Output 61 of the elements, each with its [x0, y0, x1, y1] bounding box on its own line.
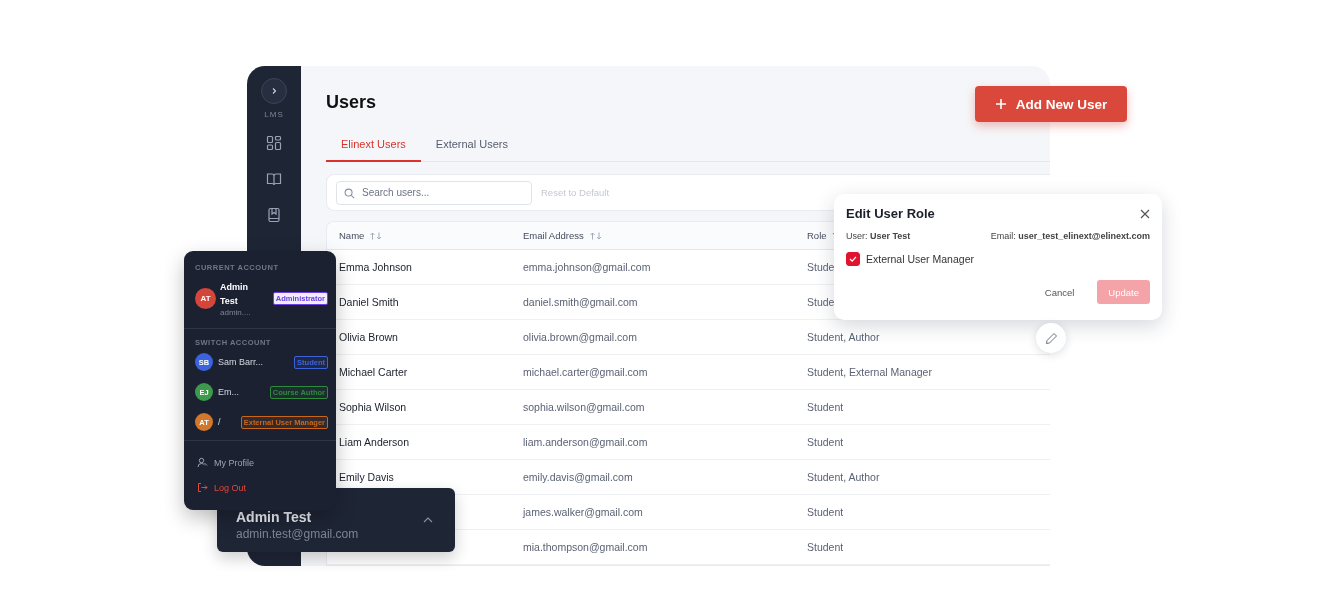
checkmark-icon: [848, 254, 858, 264]
table-cell: liam.anderson@gmail.com: [523, 436, 648, 448]
table-cell: Student, Author: [807, 331, 880, 343]
account-name: Admin Test: [220, 281, 249, 308]
user-name: Admin Test: [236, 509, 313, 525]
checkbox-label: External User Manager: [866, 253, 974, 265]
cancel-button[interactable]: Cancel: [1033, 280, 1086, 304]
table-cell: Student, External Manager: [807, 366, 932, 378]
plus-icon: [994, 98, 1007, 110]
avatar: AT: [195, 288, 216, 309]
table-cell: Student: [807, 506, 844, 518]
table-cell: emma.johnson@gmail.com: [523, 261, 651, 273]
user-email: admin.test@gmail.com: [236, 527, 359, 541]
table-cell: Liam Anderson: [339, 436, 410, 448]
table-cell: Emma Johnson: [339, 261, 412, 273]
dashboard-icon[interactable]: [266, 135, 282, 151]
table-cell: Stude: [807, 296, 835, 308]
pencil-icon: [1044, 331, 1058, 345]
add-user-button[interactable]: Add New User: [975, 86, 1127, 122]
user-icon: [197, 457, 208, 468]
email-info: Email: user_test_elinext@elinext.com: [990, 231, 1150, 241]
column-header[interactable]: Role: [807, 230, 827, 241]
table-cell: Stude: [807, 261, 835, 273]
account-name: /: [218, 417, 221, 427]
column-header[interactable]: Name: [339, 230, 365, 241]
search-icon: [344, 187, 355, 199]
search-field[interactable]: Search users...: [336, 180, 532, 205]
logout-icon: [197, 482, 208, 493]
close-icon[interactable]: [1140, 208, 1150, 219]
tab[interactable]: External Users: [420, 133, 523, 162]
account-name: Em...: [218, 387, 239, 397]
table-cell: Student: [807, 401, 844, 413]
table-cell: emily.davis@gmail.com: [523, 471, 633, 483]
table-cell: daniel.smith@gmail.com: [523, 296, 638, 308]
checkbox[interactable]: [846, 252, 860, 266]
table-cell: sophia.wilson@gmail.com: [523, 401, 645, 413]
account-email: admin....: [220, 308, 252, 317]
dialog-title: Edit User Role: [846, 206, 935, 221]
table-cell: Emily Davis: [339, 471, 394, 483]
chevron-up-icon[interactable]: [423, 517, 433, 523]
account-name: Sam Barr...: [218, 357, 263, 367]
user-info: User: User Test: [846, 231, 911, 241]
chevron-right-icon: [270, 87, 278, 95]
table-cell: michael.carter@gmail.com: [523, 366, 648, 378]
column-header[interactable]: Email Address: [523, 230, 584, 241]
brand-label: LMS: [264, 110, 284, 119]
table-cell: mia.thompson@gmail.com: [523, 541, 648, 553]
table-cell: james.walker@gmail.com: [523, 506, 643, 518]
book-icon[interactable]: [266, 171, 282, 187]
table-cell: Student: [807, 541, 844, 553]
table-cell: Michael Carter: [339, 366, 408, 378]
table-cell: Student, Author: [807, 471, 880, 483]
bookmark-book-icon[interactable]: [266, 207, 282, 223]
table-cell: Sophia Wilson: [339, 401, 407, 413]
table-cell: Olivia Brown: [339, 331, 398, 343]
table-cell: olivia.brown@gmail.com: [523, 331, 637, 343]
tab[interactable]: Elinext Users: [326, 133, 421, 162]
table-cell: Student: [807, 436, 844, 448]
table-cell: Daniel Smith: [339, 296, 399, 308]
page-title: Users: [326, 92, 377, 113]
profile-item[interactable]: My Profile: [184, 450, 336, 475]
